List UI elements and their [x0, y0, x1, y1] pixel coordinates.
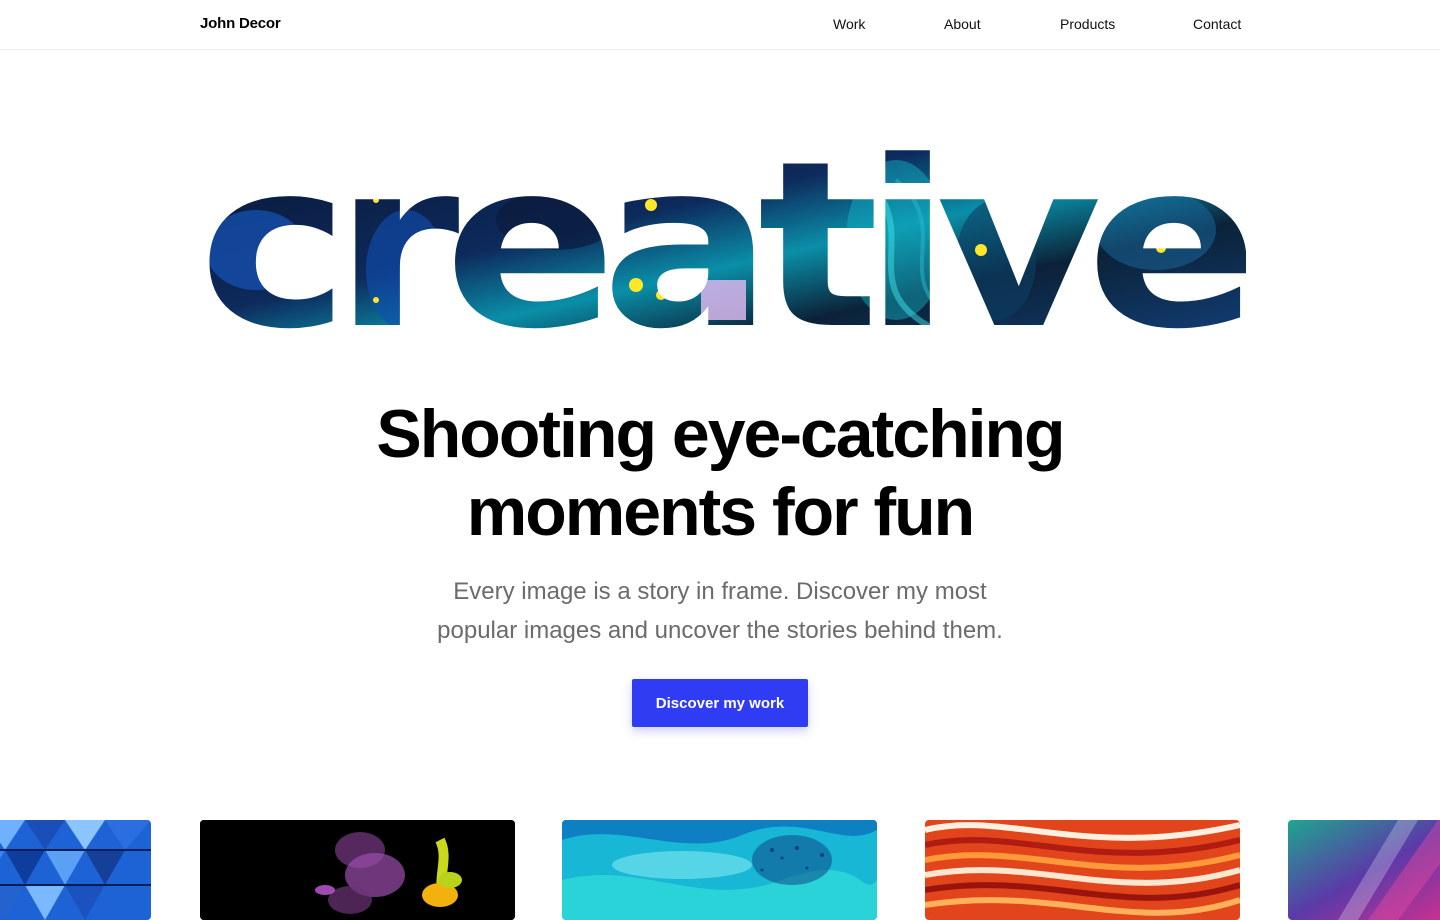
discover-work-button[interactable]: Discover my work: [632, 679, 808, 727]
gallery-thumb-turquoise-fluid[interactable]: [562, 820, 877, 920]
hero-headline-line1: Shooting eye-catching: [376, 396, 1065, 472]
top-navbar: John Decor Work About Products Contact: [0, 0, 1440, 50]
nav-link-products[interactable]: Products: [1060, 16, 1115, 32]
gallery-thumb-blue-geometric[interactable]: [0, 820, 151, 920]
hero-subtitle: Every image is a story in frame. Discove…: [437, 578, 1003, 644]
gallery-thumb-colored-smoke[interactable]: [200, 820, 515, 920]
hero-headline-line2: moments for fun: [466, 474, 975, 550]
hero-word-text: creative: [199, 113, 1247, 340]
nav-link-about[interactable]: About: [944, 16, 981, 32]
gallery-thumb-orange-swirl[interactable]: [925, 820, 1240, 920]
nav-link-work[interactable]: Work: [833, 16, 865, 32]
hero-creative-word: creative: [196, 100, 1247, 340]
nav-link-contact[interactable]: Contact: [1193, 16, 1241, 32]
hero-headline: Shooting eye-catching moments for fun: [0, 395, 1440, 551]
brand-logo[interactable]: John Decor: [200, 15, 281, 32]
gallery-thumb-neon-gradient[interactable]: [1288, 820, 1440, 920]
